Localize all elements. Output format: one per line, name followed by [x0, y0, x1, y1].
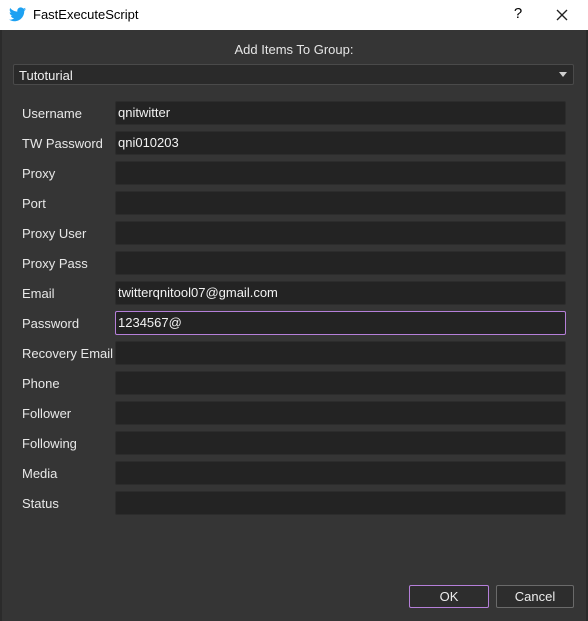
username-label: Username [22, 106, 82, 121]
form-row-follower: Follower [2, 401, 586, 425]
tw-password-field[interactable]: qni010203 [115, 131, 566, 155]
ok-button[interactable]: OK [409, 585, 489, 608]
form-row-password: Password 1234567@ [2, 311, 586, 335]
window-title: FastExecuteScript [33, 7, 139, 22]
form-row-port: Port [2, 191, 586, 215]
proxy-field[interactable] [115, 161, 566, 185]
media-field[interactable] [115, 461, 566, 485]
proxy-pass-field[interactable] [115, 251, 566, 275]
twitter-bird-icon [9, 7, 26, 22]
dialog-heading: Add Items To Group: [234, 42, 354, 57]
tw-password-label: TW Password [22, 136, 103, 151]
form-row-status: Status [2, 491, 586, 515]
form-row-proxy-pass: Proxy Pass [2, 251, 586, 275]
port-label: Port [22, 196, 46, 211]
status-label: Status [22, 496, 59, 511]
proxy-user-field[interactable] [115, 221, 566, 245]
cancel-button[interactable]: Cancel [496, 585, 574, 608]
group-select-value: Tutoturial [19, 68, 73, 83]
email-label: Email [22, 286, 55, 301]
email-field[interactable]: twitterqnitool07@gmail.com [115, 281, 566, 305]
chevron-down-icon[interactable] [559, 72, 567, 77]
close-icon[interactable] [550, 4, 574, 26]
proxy-label: Proxy [22, 166, 56, 181]
following-field[interactable] [115, 431, 566, 455]
proxy-user-label: Proxy User [22, 226, 87, 241]
group-select[interactable]: Tutoturial [13, 64, 574, 85]
password-field[interactable]: 1234567@ [115, 311, 566, 335]
phone-label: Phone [22, 376, 60, 391]
recovery-email-label: Recovery Email [22, 346, 114, 361]
form-row-username: Username qnitwitter [2, 101, 586, 125]
form-row-tw-password: TW Password qni010203 [2, 131, 586, 155]
form-row-following: Following [2, 431, 586, 455]
status-field[interactable] [115, 491, 566, 515]
follower-field[interactable] [115, 401, 566, 425]
phone-field[interactable] [115, 371, 566, 395]
title-bar: FastExecuteScript ? [0, 0, 588, 30]
dialog-body: Add Items To Group: Tutoturial Username … [2, 30, 586, 621]
form-row-email: Email twitterqnitool07@gmail.com [2, 281, 586, 305]
help-button[interactable]: ? [508, 4, 528, 24]
media-label: Media [22, 466, 58, 481]
proxy-pass-label: Proxy Pass [22, 256, 88, 271]
form-row-phone: Phone [2, 371, 586, 395]
form-row-proxy-user: Proxy User [2, 221, 586, 245]
username-field[interactable]: qnitwitter [115, 101, 566, 125]
recovery-email-field[interactable] [115, 341, 566, 365]
port-field[interactable] [115, 191, 566, 215]
form-row-recovery-email: Recovery Email [2, 341, 586, 365]
form-row-media: Media [2, 461, 586, 485]
following-label: Following [22, 436, 77, 451]
form-row-proxy: Proxy [2, 161, 586, 185]
follower-label: Follower [22, 406, 72, 421]
password-label: Password [22, 316, 80, 331]
